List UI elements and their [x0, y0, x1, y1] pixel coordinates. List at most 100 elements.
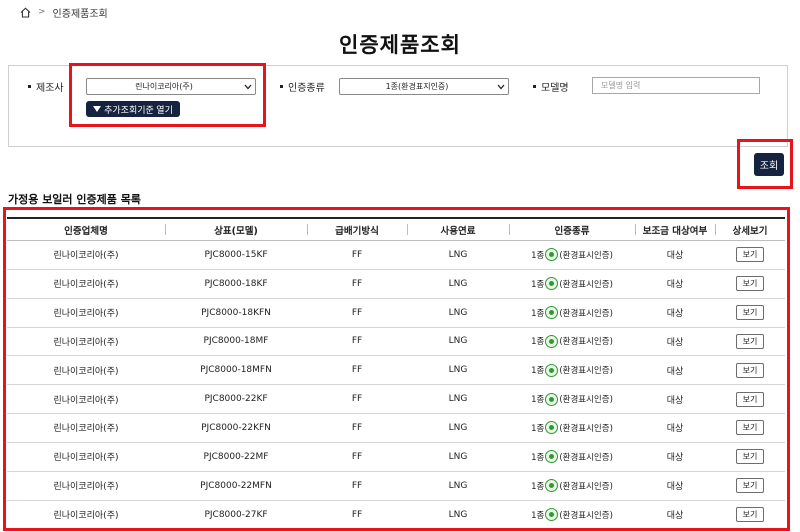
manufacturer-select[interactable]: 린나이코리아(주): [86, 78, 256, 95]
cert-type-select[interactable]: 1종(환경표지인증): [339, 78, 509, 95]
cell-company: 린나이코리아(주): [53, 453, 119, 464]
eco-label-icon: [545, 277, 559, 291]
search-button[interactable]: 조회: [754, 153, 784, 176]
cell-model: PJC8000-18KF: [204, 278, 268, 289]
cell-exhaust: FF: [351, 336, 363, 347]
table-row: 린나이코리아(주) PJC8000-22MF FF LNG 1종 (환경표시인증…: [7, 443, 785, 472]
view-detail-button[interactable]: 보기: [736, 391, 764, 407]
table-row: 린나이코리아(주) PJC8000-22KF FF LNG 1종 (환경표시인증…: [7, 385, 785, 415]
cert-prefix: 1종: [531, 279, 545, 290]
breadcrumb-current[interactable]: 인증제품조회: [53, 5, 108, 20]
view-detail-button[interactable]: 보기: [736, 333, 764, 349]
cell-company: 린나이코리아(주): [53, 511, 119, 522]
cert-suffix: (환경표시인증): [559, 279, 613, 290]
cell-exhaust: FF: [351, 480, 363, 491]
cell-fuel: LNG: [448, 249, 468, 260]
model-name-input[interactable]: [592, 77, 760, 94]
cert-prefix: 1종: [531, 481, 545, 492]
cell-cert-type: 1종 (환경표시인증): [509, 450, 635, 464]
column-header-exhaust: 급배기방식: [307, 223, 407, 237]
cell-model: PJC8000-22KFN: [201, 422, 271, 433]
cell-exhaust: FF: [351, 249, 363, 260]
cell-detail: 보기: [715, 362, 785, 378]
cert-prefix: 1종: [531, 423, 545, 434]
cell-fuel: LNG: [448, 480, 468, 491]
cell-detail: 보기: [715, 449, 785, 465]
table-body: 린나이코리아(주) PJC8000-15KF FF LNG 1종 (환경표시인증…: [7, 241, 785, 530]
table-row: 린나이코리아(주) PJC8000-22MFN FF LNG 1종 (환경표시인…: [7, 472, 785, 501]
advanced-search-toggle-button[interactable]: 추가조회기준 열기: [86, 101, 180, 117]
cert-type-label: 인증종류: [280, 78, 325, 94]
view-detail-button[interactable]: 보기: [736, 507, 764, 523]
cert-prefix: 1종: [531, 395, 545, 406]
cert-type-value: 1종 (환경표시인증): [531, 334, 613, 348]
cell-cert-type: 1종 (환경표시인증): [509, 248, 635, 262]
cell-cert-type: 1종 (환경표시인증): [509, 306, 635, 320]
cell-model: PJC8000-18MF: [203, 336, 269, 347]
cell-cert-type: 1종 (환경표시인증): [509, 334, 635, 348]
cell-model: PJC8000-18MFN: [200, 365, 272, 376]
chevron-right-icon: >: [38, 7, 46, 17]
view-detail-button[interactable]: 보기: [736, 276, 764, 292]
cell-detail: 보기: [715, 333, 785, 349]
eco-label-icon: [545, 421, 559, 435]
cell-company: 린나이코리아(주): [53, 482, 119, 493]
cell-company: 린나이코리아(주): [53, 366, 119, 377]
cert-type-value: 1종 (환경표시인증): [531, 421, 613, 435]
column-header-cert-type: 인증종류: [509, 223, 635, 237]
bullet-icon: [280, 84, 283, 88]
cell-fuel: LNG: [448, 336, 468, 347]
bullet-icon: [28, 84, 31, 88]
view-detail-button[interactable]: 보기: [736, 478, 764, 494]
cell-subsidy: 대상: [666, 309, 684, 320]
eco-label-icon: [545, 334, 559, 348]
view-detail-button[interactable]: 보기: [736, 362, 764, 378]
cell-company: 린나이코리아(주): [53, 337, 119, 348]
model-label-text: 모델명: [541, 82, 569, 94]
cert-suffix: (환경표시인증): [559, 452, 613, 463]
cell-fuel: LNG: [448, 394, 468, 405]
cell-detail: 보기: [715, 247, 785, 263]
view-detail-button[interactable]: 보기: [736, 420, 764, 436]
cert-type-label-text: 인증종류: [288, 82, 325, 94]
cell-subsidy: 대상: [666, 366, 684, 377]
cert-type-value: 1종 (환경표시인증): [531, 508, 613, 522]
cert-prefix: 1종: [531, 366, 545, 377]
cell-subsidy: 대상: [666, 453, 684, 464]
column-header-company: 인증업체명: [64, 225, 108, 237]
cert-prefix: 1종: [531, 250, 545, 261]
cell-subsidy: 대상: [666, 280, 684, 291]
cell-company: 린나이코리아(주): [53, 424, 119, 435]
cell-company: 린나이코리아(주): [53, 309, 119, 320]
manufacturer-label-text: 제조사: [36, 82, 64, 94]
cell-company: 린나이코리아(주): [53, 280, 119, 291]
table-row: 린나이코리아(주) PJC8000-18KF FF LNG 1종 (환경표시인증…: [7, 270, 785, 299]
cert-type-value: 1종 (환경표시인증): [531, 479, 613, 493]
column-header-fuel: 사용연료: [407, 223, 509, 237]
home-icon[interactable]: [20, 6, 31, 18]
view-detail-button[interactable]: 보기: [736, 247, 764, 263]
breadcrumb: > 인증제품조회: [20, 5, 108, 20]
view-detail-button[interactable]: 보기: [736, 449, 764, 465]
cell-cert-type: 1종 (환경표시인증): [509, 508, 635, 522]
cert-suffix: (환경표시인증): [559, 308, 613, 319]
cell-subsidy: 대상: [666, 424, 684, 435]
cell-model: PJC8000-18KFN: [201, 307, 271, 318]
cell-model: PJC8000-27KF: [204, 509, 268, 520]
eco-label-icon: [545, 306, 559, 320]
advanced-search-toggle-label: 추가조회기준 열기: [104, 104, 173, 115]
cell-cert-type: 1종 (환경표시인증): [509, 392, 635, 406]
cert-type-value: 1종 (환경표시인증): [531, 306, 613, 320]
cell-subsidy: 대상: [666, 251, 684, 262]
cert-type-value: 1종 (환경표시인증): [531, 450, 613, 464]
cell-company: 린나이코리아(주): [53, 395, 119, 406]
table-row: 린나이코리아(주) PJC8000-18MF FF LNG 1종 (환경표시인증…: [7, 328, 785, 357]
view-detail-button[interactable]: 보기: [736, 305, 764, 321]
eco-label-icon: [545, 363, 559, 377]
cell-exhaust: FF: [351, 394, 363, 405]
cell-fuel: LNG: [448, 422, 468, 433]
cell-detail: 보기: [715, 391, 785, 407]
cert-suffix: (환경표시인증): [559, 366, 613, 377]
cert-suffix: (환경표시인증): [559, 395, 613, 406]
eco-label-icon: [545, 248, 559, 262]
